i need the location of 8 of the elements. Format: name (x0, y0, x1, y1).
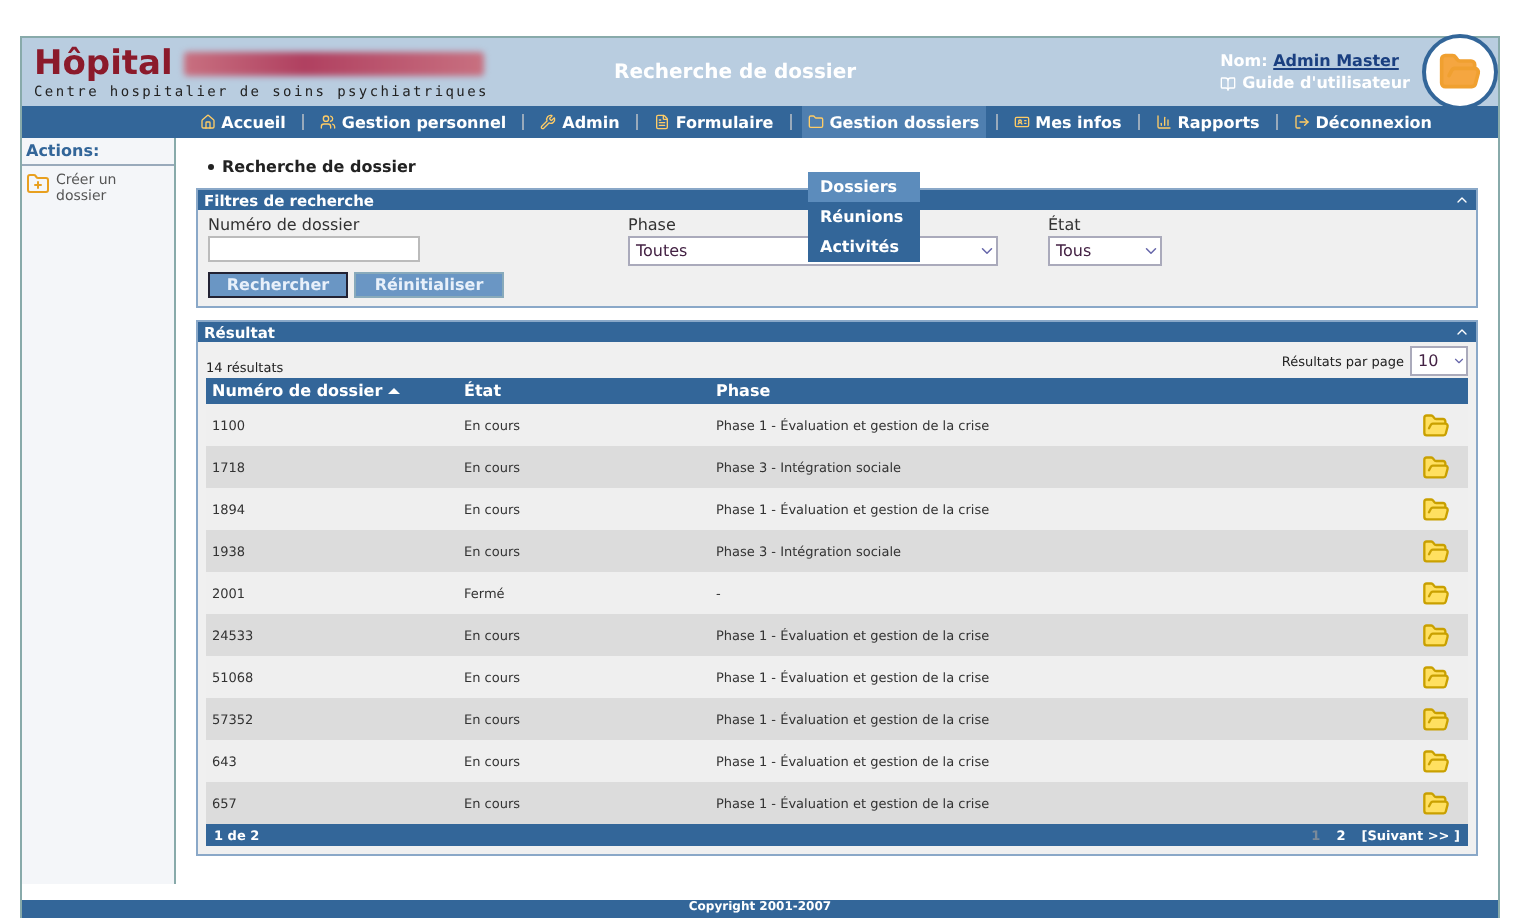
user-label: Nom: (1220, 52, 1268, 70)
field-label: État (1048, 216, 1081, 234)
field-label: Numéro de dossier (208, 216, 360, 234)
page-title: Recherche de dossier (614, 61, 859, 83)
breadcrumb: Recherche de dossier (196, 158, 1478, 176)
field-label: Phase (628, 216, 676, 234)
logo-text: Hôpital (34, 44, 173, 84)
sidebar-heading: Actions: (22, 138, 174, 166)
